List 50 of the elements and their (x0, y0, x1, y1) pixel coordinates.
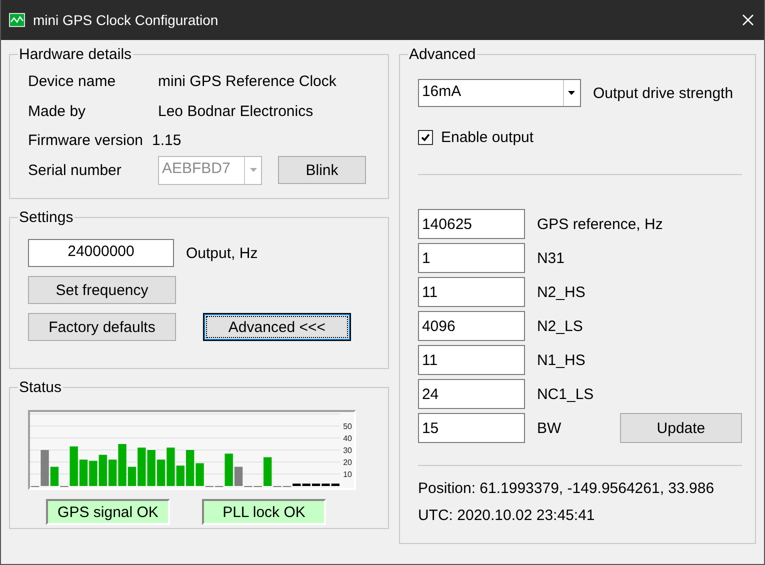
register-field[interactable]: 4096 (418, 311, 525, 341)
window-title: mini GPS Clock Configuration (33, 12, 220, 28)
group-title: Status (18, 379, 63, 396)
caret-icon (568, 91, 576, 95)
field-label: GPS reference, Hz (536, 216, 663, 232)
enable-output-checkbox[interactable] (418, 130, 433, 145)
close-icon[interactable] (742, 14, 754, 26)
tick-label: 40 (343, 434, 352, 443)
register-field[interactable]: 11 (418, 345, 525, 375)
field-value: Leo Bodnar Electronics (158, 102, 314, 120)
status-indicator: PLL lock OK (202, 499, 326, 525)
field-label: BW (536, 420, 562, 436)
field-value: 1.15 (152, 132, 182, 150)
register-field[interactable]: 140625 (418, 209, 525, 239)
advanced-button[interactable]: Advanced <<< (203, 313, 351, 341)
blink-button[interactable]: Blink (278, 156, 366, 184)
register-field[interactable]: 15 (418, 413, 525, 443)
factory-defaults-button[interactable]: Factory defaults (28, 313, 176, 341)
waveform-icon (9, 13, 25, 27)
status-indicator: GPS signal OK (46, 499, 170, 525)
field-label: Output drive strength (592, 84, 734, 102)
update-button[interactable]: Update (620, 413, 742, 443)
field-label: NC1_LS (536, 386, 595, 402)
group-title: Hardware details (18, 46, 133, 63)
check-icon (420, 133, 430, 142)
field-value: mini GPS Reference Clock (158, 73, 336, 90)
tick-label: 30 (343, 446, 352, 455)
caret-icon (250, 168, 256, 172)
frequency-field[interactable]: 24000000 (28, 239, 174, 267)
checkbox-label: Enable output (440, 129, 534, 146)
field-label: Made by (28, 102, 87, 120)
field-label: Serial number (28, 162, 122, 179)
drive-strength-dropdown[interactable]: 16mA (418, 79, 581, 107)
register-field[interactable]: 11 (418, 277, 525, 307)
register-field[interactable]: 1 (418, 243, 525, 273)
field-label: N2_HS (536, 284, 586, 300)
position-text: Position: 61.1993379, -149.9564261, 33.986 (418, 480, 716, 497)
tick-label: 50 (343, 422, 352, 431)
tick-label: 20 (343, 458, 352, 467)
group-title: Advanced (408, 46, 477, 63)
field-label: N1_HS (536, 352, 586, 368)
tick-label: 10 (343, 470, 352, 479)
field-label: Output, Hz (186, 244, 258, 262)
set-frequency-button[interactable]: Set frequency (28, 276, 176, 304)
register-field[interactable]: 24 (418, 379, 525, 409)
group-title: Settings (18, 209, 74, 226)
field-label: N2_LS (536, 318, 584, 334)
field-label: N31 (536, 250, 566, 266)
utc-time-text: UTC: 2020.10.02 23:45:41 (418, 507, 596, 524)
field-label: Device name (28, 73, 117, 90)
